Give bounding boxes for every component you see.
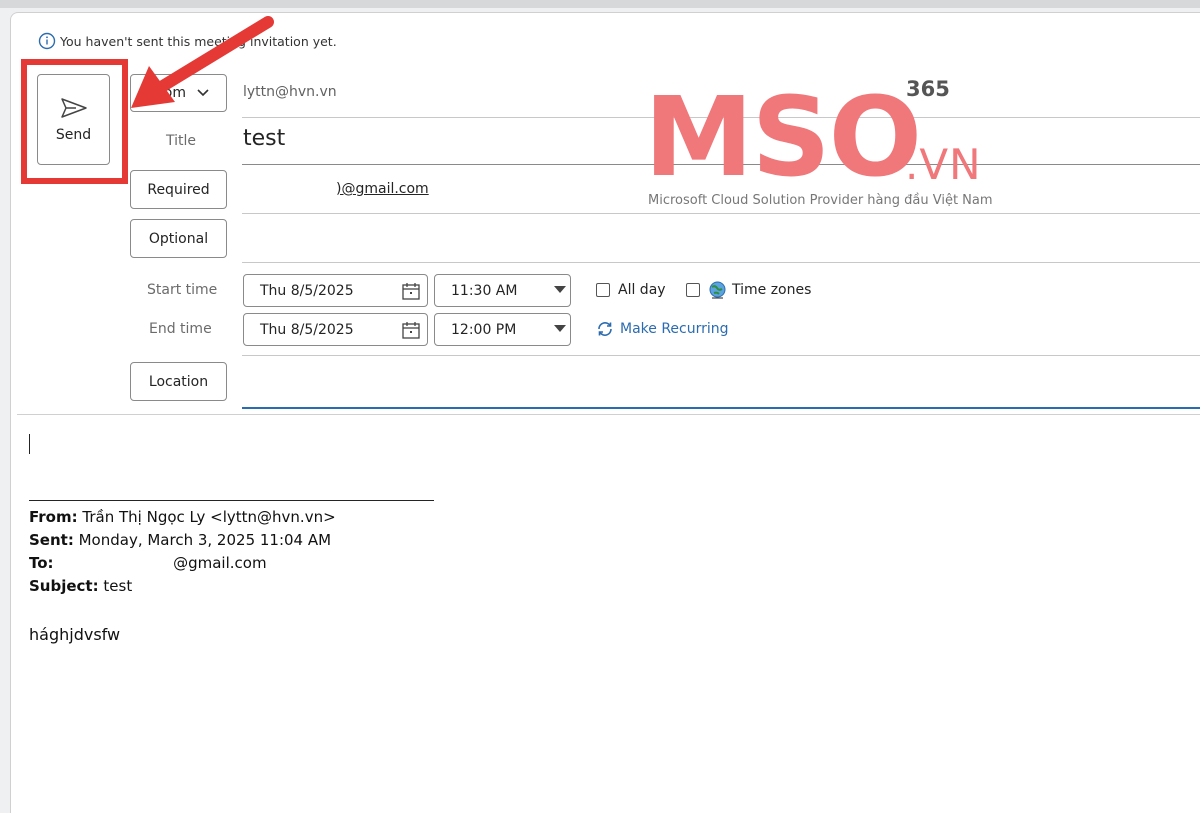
send-icon [60,97,87,118]
reply-sent-value: Monday, March 3, 2025 11:04 AM [78,531,332,549]
annotation-arrow-icon [131,16,274,108]
time-zones-label: Time zones [732,282,812,298]
calendar-icon [402,322,420,339]
reply-to-label: To: [29,554,54,572]
reply-sent: Sent: Monday, March 3, 2025 11:04 AM [29,531,331,549]
time-divider [242,355,1200,356]
watermark-365: 365 [906,77,950,101]
end-date-value: Thu 8/5/2025 [260,321,354,338]
location-button[interactable]: Location [130,362,227,401]
body-separator [17,414,1200,415]
reply-from-label: From: [29,508,78,526]
start-date-value: Thu 8/5/2025 [260,282,354,299]
optional-button[interactable]: Optional [130,219,227,258]
location-input-underline[interactable] [242,407,1200,409]
end-time-label: End time [149,321,212,337]
start-date-picker[interactable]: Thu 8/5/2025 [243,274,428,307]
watermark-vn: .VN [905,140,982,189]
title-input[interactable]: test [243,126,285,151]
send-button-label: Send [55,126,92,143]
watermark-tagline: Microsoft Cloud Solution Provider hàng đ… [648,193,993,208]
reply-to: To: @gmail.com [29,554,267,572]
make-recurring-label: Make Recurring [620,321,729,337]
make-recurring-link[interactable]: Make Recurring [596,320,729,338]
dropdown-caret-icon [554,325,566,332]
message-body-text[interactable]: hághjdvsfw [29,625,120,644]
time-zones-checkbox[interactable] [686,283,700,297]
title-label: Title [166,133,197,149]
reply-subject-label: Subject: [29,577,99,595]
all-day-checkbox[interactable] [596,283,610,297]
reply-from: From: Trần Thị Ngọc Ly <lyttn@hvn.vn> [29,508,336,526]
location-button-label: Location [148,373,209,390]
recurring-icon [598,322,612,336]
optional-divider [242,262,1200,263]
start-time-dropdown[interactable]: 11:30 AM [434,274,571,307]
info-icon [38,32,56,50]
reply-separator [29,500,434,501]
required-divider [242,213,1200,214]
reply-subject: Subject: test [29,577,132,595]
all-day-label: All day [618,282,666,298]
text-cursor [29,434,30,454]
end-time-value: 12:00 PM [451,321,517,338]
required-button[interactable]: Required [130,170,227,209]
dropdown-caret-icon [554,286,566,293]
required-attendee[interactable]: )@gmail.com [336,181,429,197]
optional-button-label: Optional [148,230,209,247]
globe-icon [709,281,726,299]
watermark-logo: MSO [644,73,922,201]
reply-to-value: @gmail.com [173,554,267,572]
start-time-value: 11:30 AM [451,282,518,299]
end-time-dropdown[interactable]: 12:00 PM [434,313,571,346]
end-date-picker[interactable]: Thu 8/5/2025 [243,313,428,346]
required-button-label: Required [147,181,210,198]
reply-sent-label: Sent: [29,531,74,549]
send-button[interactable]: Send [37,74,110,165]
start-time-label: Start time [147,282,218,298]
reply-subject-value: test [103,577,133,595]
window-top-strip [0,0,1200,8]
calendar-icon [402,283,420,300]
reply-from-value: Trần Thị Ngọc Ly <lyttn@hvn.vn> [82,508,336,526]
